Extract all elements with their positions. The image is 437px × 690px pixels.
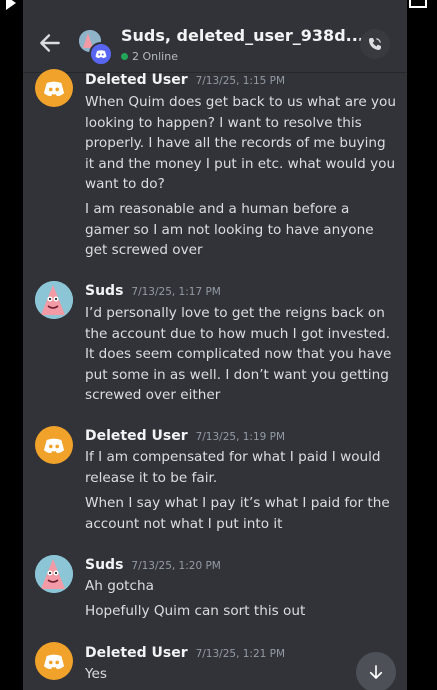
message-text: I am reasonable and a human before a gam…	[85, 201, 374, 259]
timestamp: 7/13/25, 1:19 PM	[195, 431, 286, 443]
avatar[interactable]	[35, 281, 73, 319]
back-arrow-icon[interactable]	[37, 30, 63, 56]
arrow-down-icon	[369, 665, 383, 679]
discord-logo-icon	[43, 438, 65, 453]
fullscreen-icon[interactable]	[409, 0, 427, 8]
message-text: Hopefully Quim can sort this out	[85, 603, 306, 619]
jump-to-bottom-button[interactable]	[356, 652, 396, 690]
group-avatar-discord[interactable]	[89, 42, 113, 66]
avatar[interactable]	[35, 69, 73, 107]
patrick-star-avatar-icon	[35, 281, 73, 319]
message-text: I’d personally love to get the reigns ba…	[85, 305, 392, 404]
author-name[interactable]: Suds	[85, 557, 123, 573]
avatar[interactable]	[35, 642, 73, 680]
timestamp: 7/13/25, 1:17 PM	[131, 286, 221, 298]
message-text: When Quim does get back to us what are y…	[85, 94, 396, 193]
message-text: If I am compensated for what I paid I wo…	[85, 449, 381, 486]
channel-title[interactable]: Suds, deleted_user_938d...	[121, 26, 364, 45]
online-count: 2 Online	[132, 50, 178, 63]
avatar[interactable]	[35, 426, 73, 464]
online-dot-icon	[121, 53, 128, 60]
message-text: Ah gotcha	[85, 578, 154, 594]
author-name[interactable]: Deleted User	[85, 428, 188, 444]
message-meta: Suds 7/13/25, 1:20 PM	[85, 557, 221, 573]
message-meta: Deleted User 7/13/25, 1:21 PM	[85, 645, 285, 661]
message-meta: Deleted User 7/13/25, 1:15 PM	[85, 72, 285, 88]
message-text: When I say what I pay it’s what I paid f…	[85, 495, 390, 532]
channel-title-row[interactable]: Suds, deleted_user_938d... >	[121, 26, 384, 45]
author-name[interactable]: Deleted User	[85, 645, 188, 661]
call-button[interactable]	[360, 29, 390, 59]
discord-logo-icon	[43, 654, 65, 669]
message-text: Yes	[85, 666, 107, 682]
online-status: 2 Online	[121, 50, 178, 63]
timestamp: 7/13/25, 1:20 PM	[131, 560, 221, 572]
message-meta: Suds 7/13/25, 1:17 PM	[85, 283, 221, 299]
dm-panel: Suds, deleted_user_938d... > 2 Online De…	[23, 0, 407, 690]
message-meta: Deleted User 7/13/25, 1:19 PM	[85, 428, 285, 444]
author-name[interactable]: Suds	[85, 283, 123, 299]
author-name[interactable]: Deleted User	[85, 72, 188, 88]
timestamp: 7/13/25, 1:15 PM	[195, 75, 286, 87]
play-icon[interactable]	[6, 0, 16, 10]
patrick-star-avatar-icon	[35, 555, 73, 593]
phone-icon	[369, 38, 381, 50]
avatar[interactable]	[35, 555, 73, 593]
discord-logo-icon	[43, 81, 65, 96]
timestamp: 7/13/25, 1:21 PM	[195, 648, 286, 660]
channel-header: Suds, deleted_user_938d... > 2 Online	[23, 0, 407, 73]
